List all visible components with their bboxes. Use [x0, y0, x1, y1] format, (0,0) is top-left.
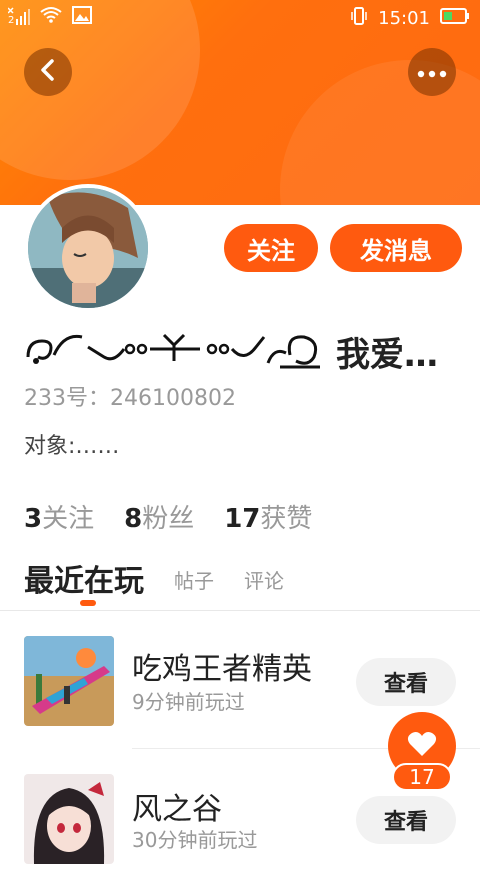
game-title: 风之谷: [132, 792, 222, 827]
tabs-divider: [0, 610, 480, 611]
sim-slot-badge: 2: [8, 15, 15, 26]
game-thumbnail: [24, 636, 114, 726]
more-button[interactable]: [408, 48, 456, 96]
profile-name: 我爱…: [336, 334, 438, 375]
stat-fans[interactable]: 8粉丝: [124, 498, 194, 535]
image-notification-icon: [72, 6, 92, 28]
profile-name-line: 我爱…: [24, 326, 464, 376]
back-arrow-icon: [38, 58, 58, 86]
more-dots-icon: [417, 63, 447, 82]
game-thumbnail: [24, 774, 114, 864]
user-id: 233号：246100802: [24, 386, 236, 411]
signal-icon: 2: [7, 7, 30, 27]
send-message-button[interactable]: 发消息: [330, 224, 462, 272]
tab-recently-played[interactable]: 最近在玩: [24, 556, 144, 606]
stat-following[interactable]: 3关注: [24, 498, 94, 535]
like-count-badge: 17: [392, 763, 452, 791]
status-time: 15:01: [378, 8, 430, 29]
active-tab-indicator: [80, 600, 96, 606]
wifi-icon: [40, 6, 62, 28]
decorative-flourish-icon: [24, 327, 324, 375]
tab-posts[interactable]: 帖子: [174, 565, 214, 600]
heart-icon: [407, 730, 437, 762]
profile-tabs: 最近在玩 帖子 评论: [24, 556, 284, 606]
vibrate-icon: [350, 6, 368, 31]
stat-likes[interactable]: 17获赞: [224, 498, 312, 535]
game-last-played: 30分钟前玩过: [132, 828, 258, 852]
status-bar: 2 15:01: [0, 0, 480, 36]
game-title: 吃鸡王者精英: [132, 652, 312, 687]
game-last-played: 9分钟前玩过: [132, 690, 245, 714]
follow-button[interactable]: 关注: [224, 224, 318, 272]
back-button[interactable]: [24, 48, 72, 96]
avatar[interactable]: [24, 184, 152, 312]
view-game-button[interactable]: 查看: [356, 796, 456, 844]
battery-icon: [440, 7, 470, 30]
user-bio: 对象:……: [24, 434, 120, 459]
tab-comments[interactable]: 评论: [244, 565, 284, 600]
view-game-button[interactable]: 查看: [356, 658, 456, 706]
profile-stats: 3关注 8粉丝 17获赞: [24, 498, 312, 535]
